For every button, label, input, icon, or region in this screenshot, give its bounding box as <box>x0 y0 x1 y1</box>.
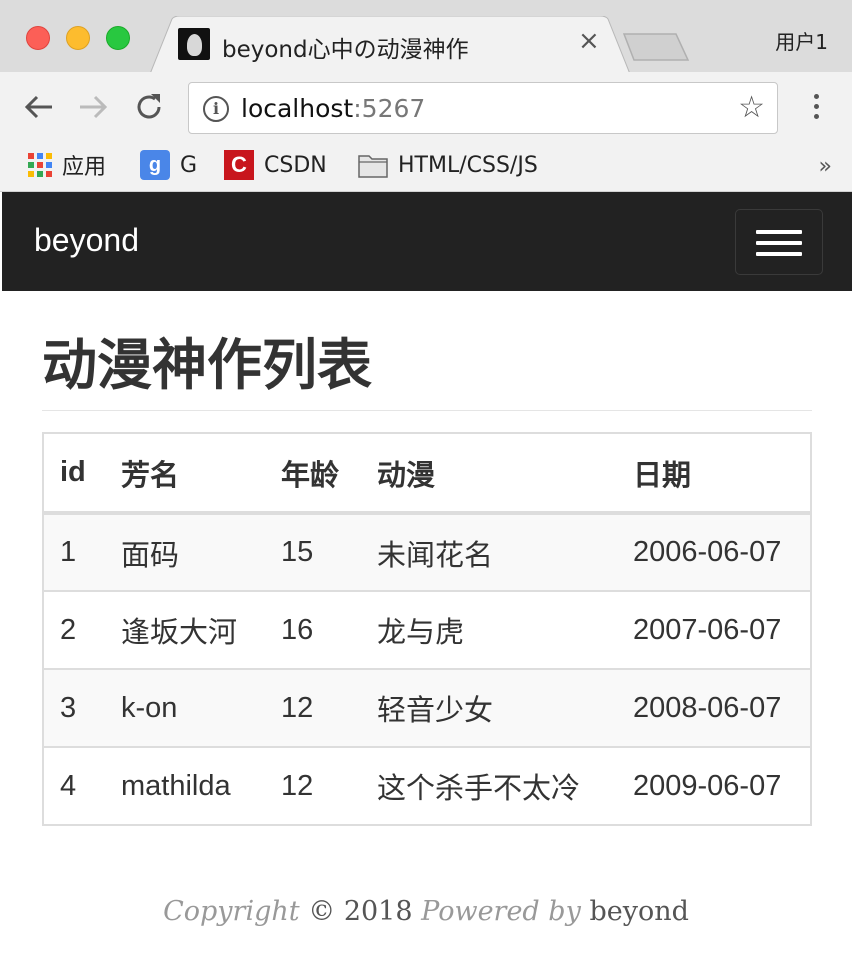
close-window-button[interactable] <box>26 26 50 50</box>
bookmark-label: CSDN <box>264 152 327 178</box>
table-row: 2 逢坂大河 16 龙与虎 2007-06-07 <box>43 590 811 669</box>
table-header-row: id 芳名 年龄 动漫 日期 <box>43 432 811 515</box>
column-header-anime: 动漫 <box>361 432 617 515</box>
bookmark-label: G <box>180 152 198 178</box>
hamburger-bar <box>756 252 802 256</box>
tab-title: beyond心中の动漫神作 <box>222 37 469 63</box>
profile-name[interactable]: 用户1 <box>775 26 828 55</box>
navbar-brand[interactable]: beyond <box>34 222 139 259</box>
bookmark-folder-html[interactable]: HTML/CSS/JS <box>358 148 538 182</box>
site-navbar: beyond <box>2 192 852 291</box>
forward-arrow-icon[interactable] <box>76 90 110 124</box>
table-row: 1 面码 15 未闻花名 2006-06-07 <box>43 512 811 591</box>
csdn-icon: C <box>224 150 254 180</box>
browser-menu-icon[interactable] <box>804 94 828 122</box>
back-arrow-icon[interactable] <box>22 90 56 124</box>
footer-powered-by: Powered by <box>421 896 581 927</box>
cell-anime: 龙与虎 <box>361 590 617 669</box>
minimize-window-button[interactable] <box>66 26 90 50</box>
cell-anime: 未闻花名 <box>361 512 617 591</box>
column-header-name: 芳名 <box>105 432 265 515</box>
cell-date: 2006-06-07 <box>617 512 811 591</box>
cell-age: 12 <box>265 668 361 747</box>
bookmark-apps[interactable]: 应用 <box>28 148 106 182</box>
cell-id: 1 <box>43 512 105 591</box>
bookmark-label: 应用 <box>62 155 107 180</box>
footer-year: © 2018 <box>308 896 413 927</box>
tab-close-icon[interactable]: × <box>578 28 600 54</box>
hamburger-bar <box>756 241 802 245</box>
menu-toggle-button[interactable] <box>735 209 823 275</box>
cell-anime: 这个杀手不太冷 <box>361 746 617 825</box>
page-footer: Copyright © 2018 Powered by beyond <box>0 896 852 927</box>
url-text: localhost:5267 <box>241 94 425 123</box>
cell-name: 面码 <box>105 512 265 591</box>
more-bookmarks-icon[interactable]: » <box>819 154 832 179</box>
anime-table: id 芳名 年龄 动漫 日期 1 面码 15 未闻花名 2006-06-07 2… <box>42 432 812 826</box>
cell-id: 4 <box>43 746 105 825</box>
footer-author: beyond <box>589 896 689 927</box>
apps-grid-icon <box>28 153 52 177</box>
tab-favicon-icon <box>178 28 210 60</box>
table-row: 4 mathilda 12 这个杀手不太冷 2009-06-07 <box>43 746 811 825</box>
bookmark-csdn[interactable]: C CSDN <box>224 148 327 182</box>
column-header-date: 日期 <box>617 432 811 515</box>
folder-icon <box>358 155 388 178</box>
cell-date: 2008-06-07 <box>617 668 811 747</box>
site-info-icon[interactable] <box>203 96 229 122</box>
browser-toolbar: localhost:5267 ☆ <box>0 72 852 142</box>
url-host: localhost <box>241 94 354 123</box>
column-header-id: id <box>43 432 105 515</box>
bookmarks-bar: 应用 g G C CSDN HTML/CSS/JS » <box>0 142 852 192</box>
bookmark-google[interactable]: g G <box>140 148 197 182</box>
cell-name: mathilda <box>105 746 265 825</box>
column-header-age: 年龄 <box>265 432 361 515</box>
cell-date: 2009-06-07 <box>617 746 811 825</box>
title-divider <box>42 410 812 411</box>
hamburger-bar <box>756 230 802 234</box>
google-icon: g <box>140 150 170 180</box>
footer-copyright-word: Copyright <box>163 896 300 927</box>
cell-age: 12 <box>265 746 361 825</box>
new-tab-button[interactable] <box>622 32 690 62</box>
cell-age: 15 <box>265 512 361 591</box>
address-bar[interactable]: localhost:5267 ☆ <box>188 82 778 134</box>
browser-tab-strip: beyond心中の动漫神作 × 用户1 <box>0 0 852 74</box>
cell-anime: 轻音少女 <box>361 668 617 747</box>
url-port: :5267 <box>353 94 426 123</box>
cell-name: k-on <box>105 668 265 747</box>
cell-name: 逢坂大河 <box>105 590 265 669</box>
table-row: 3 k-on 12 轻音少女 2008-06-07 <box>43 668 811 747</box>
cell-age: 16 <box>265 590 361 669</box>
cell-id: 2 <box>43 590 105 669</box>
bookmark-star-icon[interactable]: ☆ <box>738 93 765 123</box>
page-title: 动漫神作列表 <box>42 333 373 397</box>
reload-icon[interactable] <box>132 90 166 124</box>
cell-id: 3 <box>43 668 105 747</box>
browser-tab[interactable]: beyond心中の动漫神作 × <box>150 16 630 74</box>
cell-date: 2007-06-07 <box>617 590 811 669</box>
bookmark-label: HTML/CSS/JS <box>398 152 538 178</box>
zoom-window-button[interactable] <box>106 26 130 50</box>
